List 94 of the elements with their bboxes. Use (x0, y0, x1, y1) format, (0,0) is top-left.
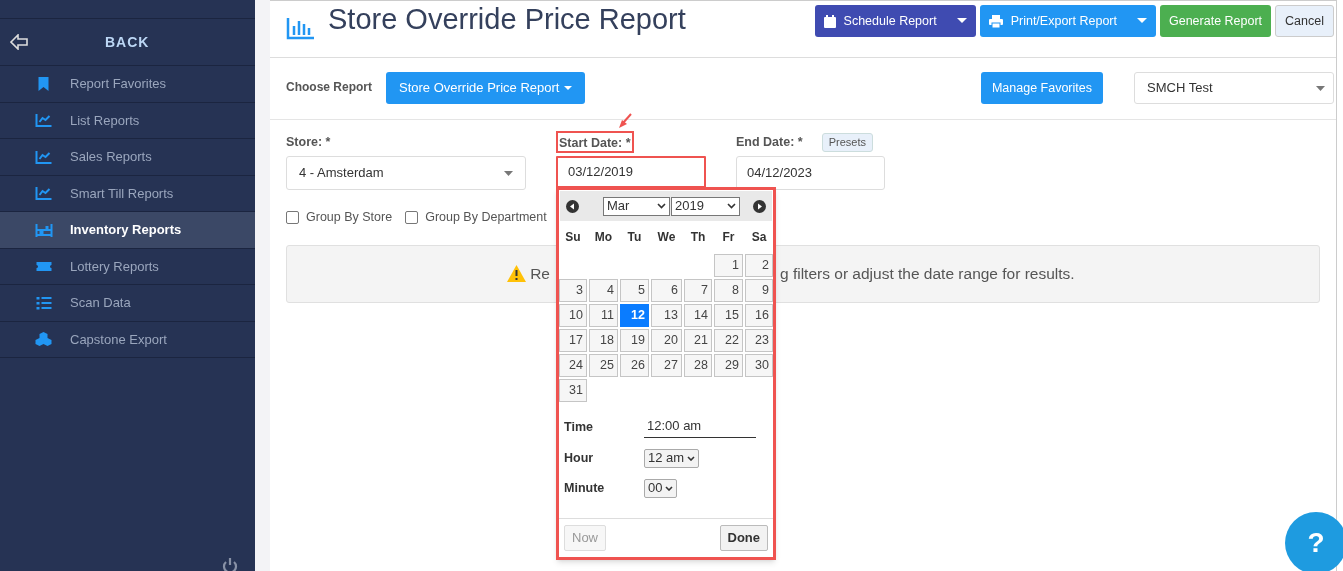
time-field[interactable]: 12:00 am (644, 416, 756, 438)
calendar-day[interactable]: 4 (589, 279, 618, 302)
checkbox-label: Group By Department (425, 209, 547, 226)
sidebar-item[interactable]: Sales Reports (0, 139, 255, 176)
caret-icon[interactable] (956, 18, 967, 24)
calendar-day[interactable]: 20 (651, 329, 682, 352)
calendar-day[interactable]: 15 (714, 304, 743, 327)
calendar-day[interactable]: 25 (589, 354, 618, 377)
minute-label: Minute (564, 479, 606, 497)
chevron-down-icon (727, 203, 736, 209)
calendar-day[interactable]: 30 (745, 354, 773, 377)
cubes-icon (35, 331, 53, 348)
weekday-label: We (656, 229, 677, 246)
hour-select[interactable]: 12 am (644, 448, 700, 468)
power-icon[interactable] (220, 556, 240, 571)
chevron-down-icon (657, 203, 666, 209)
presets-button[interactable]: Presets (821, 132, 873, 152)
calendar-day[interactable]: 10 (559, 304, 587, 327)
previous-month-icon[interactable] (566, 199, 579, 213)
caret-icon (564, 85, 573, 91)
calendar-day[interactable]: 28 (684, 354, 712, 377)
page-title: Store Override Price Report (328, 2, 686, 38)
shelf-icon (35, 221, 53, 238)
calendar-day[interactable]: 2 (745, 254, 773, 277)
calendar-day[interactable]: 27 (651, 354, 682, 377)
end-date-label: End Date: * (736, 133, 803, 151)
back-arrow-icon[interactable] (10, 34, 28, 50)
choose-report-label: Choose Report (286, 79, 372, 96)
weekday-label: Mo (593, 229, 614, 246)
chevron-down-icon (665, 485, 674, 491)
start-date-label: Start Date: * (556, 131, 634, 153)
weekday-label: Tu (626, 229, 643, 246)
hour-label: Hour (564, 449, 595, 467)
sidebar-item[interactable]: List Reports (0, 102, 255, 139)
calendar-day[interactable]: 17 (559, 329, 587, 352)
sidebar-item[interactable]: Capstone Export (0, 321, 255, 358)
calendar-day[interactable]: 26 (620, 354, 649, 377)
calendar-day[interactable]: 12 (620, 304, 649, 327)
list-icon (35, 294, 53, 311)
calendar-day[interactable]: 16 (745, 304, 773, 327)
warning-icon (507, 265, 527, 283)
calendar-day[interactable]: 11 (589, 304, 618, 327)
alert-text: g filters or adjust the date range for results. (780, 264, 1075, 285)
store-label: Store: * (286, 134, 332, 151)
calendar-day[interactable]: 19 (620, 329, 649, 352)
sidebar-item[interactable]: Report Favorites (0, 66, 255, 103)
weekday-label: Su (564, 229, 582, 246)
calendar-day[interactable]: 9 (745, 279, 773, 302)
favorites-select[interactable]: SMCH Test (1134, 72, 1334, 104)
calendar-day[interactable]: 14 (684, 304, 712, 327)
cancel-button[interactable]: Cancel (1275, 5, 1334, 37)
sidebar-item[interactable]: Scan Data (0, 285, 255, 322)
minute-select[interactable]: 00 (644, 478, 678, 498)
calendar-day[interactable]: 1 (714, 254, 743, 277)
chevron-down-icon (687, 455, 696, 461)
line-chart-icon (35, 185, 53, 202)
month-select[interactable]: Mar (603, 196, 670, 216)
schedule-report-button[interactable]: Schedule Report (814, 5, 976, 37)
sidebar-item[interactable]: Inventory Reports (0, 212, 255, 249)
calendar-day[interactable]: 3 (559, 279, 587, 302)
line-chart-icon (35, 148, 53, 165)
next-month-icon[interactable] (753, 199, 766, 213)
caret-icon[interactable] (1136, 18, 1147, 24)
store-select[interactable]: 4 - Amsterdam (286, 156, 526, 190)
calendar-icon (823, 14, 836, 28)
calendar-day[interactable]: 7 (684, 279, 712, 302)
calendar-day[interactable]: 6 (651, 279, 682, 302)
checkbox[interactable] (405, 210, 419, 224)
calendar-day[interactable]: 24 (559, 354, 587, 377)
calendar-day[interactable]: 23 (745, 329, 773, 352)
done-button[interactable]: Done (719, 525, 768, 551)
weekday-label: Fr (721, 229, 736, 246)
calendar-day[interactable]: 31 (559, 379, 587, 402)
caret-icon (1316, 85, 1325, 91)
weekday-label: Sa (750, 229, 768, 246)
checkbox[interactable] (286, 210, 299, 224)
calendar-day[interactable]: 8 (714, 279, 743, 302)
caret-icon (504, 170, 513, 176)
year-select[interactable]: 2019 (671, 196, 740, 216)
bar-chart-icon (286, 18, 314, 40)
calendar-day[interactable]: 22 (714, 329, 743, 352)
sidebar-item[interactable]: Lottery Reports (0, 248, 255, 285)
calendar-day[interactable]: 5 (620, 279, 649, 302)
weekday-label: Th (689, 229, 707, 246)
calendar-day[interactable]: 13 (651, 304, 682, 327)
calendar-day[interactable]: 18 (589, 329, 618, 352)
calendar-day[interactable]: 21 (684, 329, 712, 352)
alert-text: Re (530, 264, 550, 285)
checkbox-label: Group By Store (306, 209, 393, 226)
line-chart-icon (35, 112, 53, 129)
printer-icon (988, 14, 1003, 28)
back-link[interactable]: BACK (105, 31, 150, 53)
calendar-day[interactable]: 29 (714, 354, 743, 377)
time-label: Time (564, 418, 594, 436)
